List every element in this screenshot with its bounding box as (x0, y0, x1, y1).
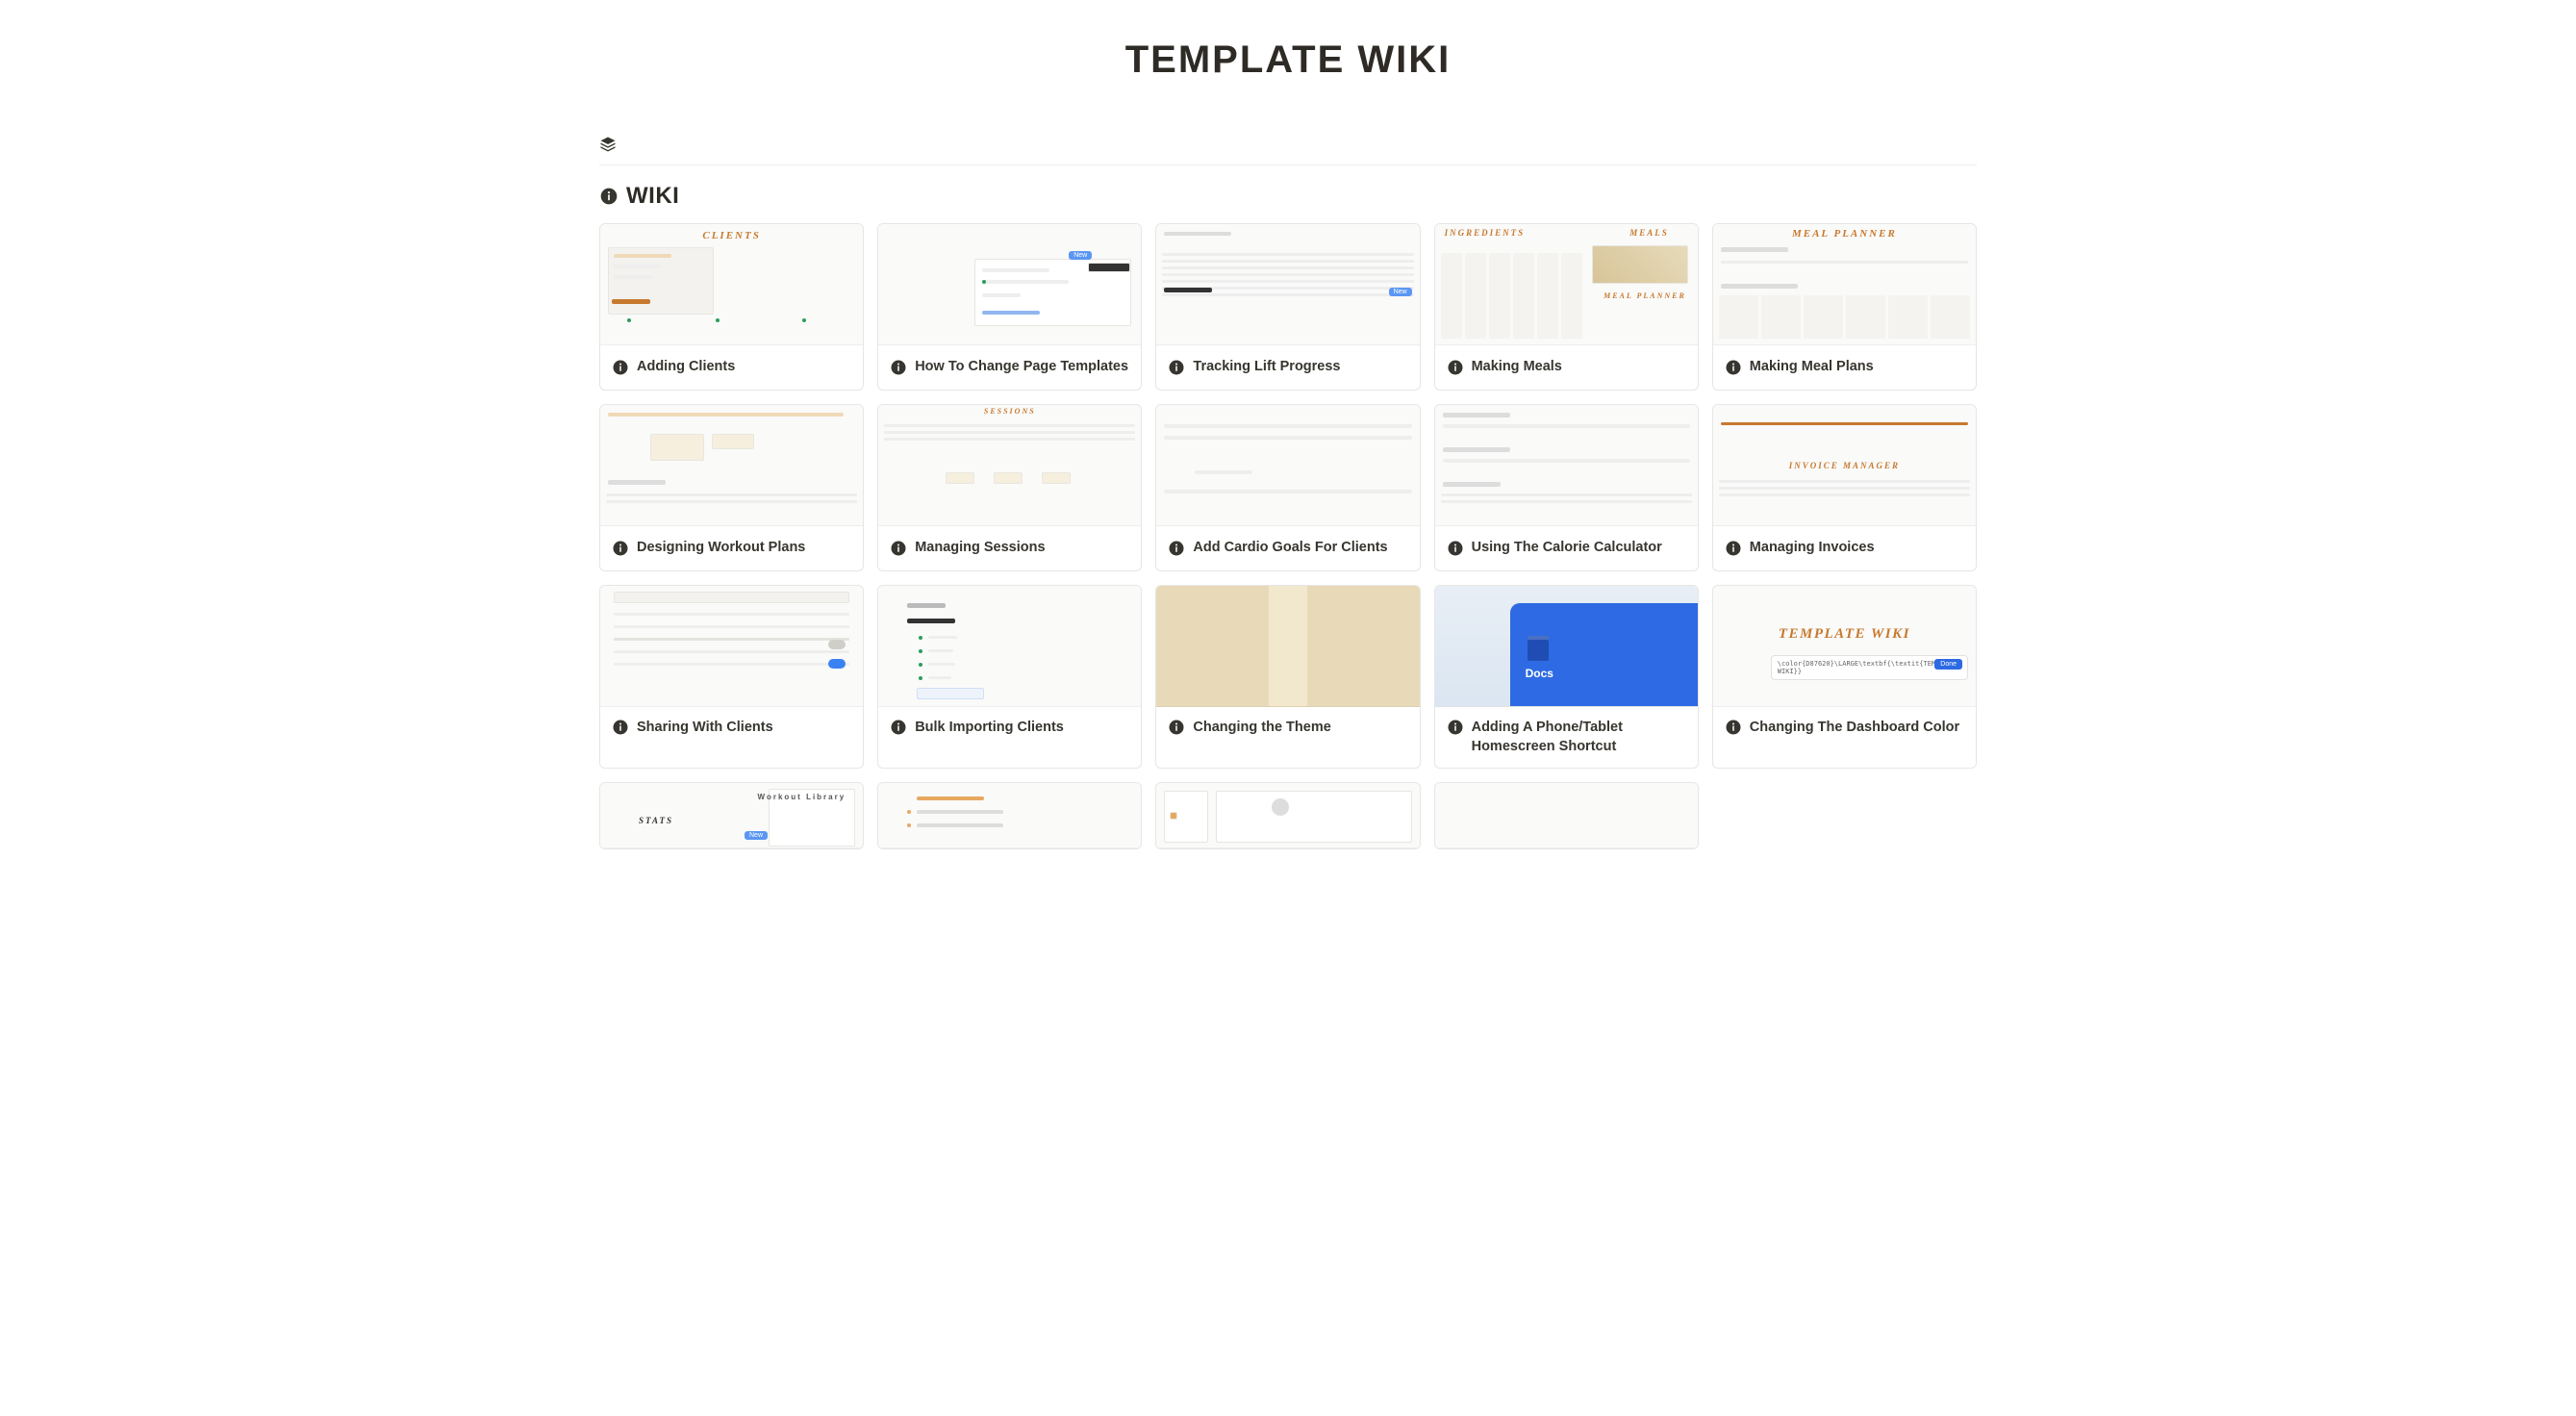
card-managing-invoices[interactable]: INVOICE MANAGER Managing Invoices (1712, 404, 1977, 571)
card-title: Changing the Theme (1193, 719, 1330, 738)
layers-icon[interactable] (599, 136, 617, 153)
new-button-pill: New (1389, 288, 1412, 296)
thumb-heading: MEALS (1629, 228, 1669, 238)
card-thumbnail: CLIENTS (600, 224, 863, 345)
info-icon (612, 359, 629, 376)
section-title: WIKI (626, 183, 679, 210)
info-icon (599, 187, 619, 206)
thumb-heading: SESSIONS (878, 407, 1141, 416)
card-partial-2[interactable] (877, 782, 1142, 849)
card-managing-sessions[interactable]: SESSIONS Managing Sessions (877, 404, 1142, 571)
card-title: Using The Calorie Calculator (1472, 539, 1662, 558)
card-thumbnail (600, 405, 863, 526)
info-icon (890, 719, 907, 736)
card-adding-clients[interactable]: CLIENTS Adding Clients (599, 223, 864, 391)
info-icon (890, 359, 907, 376)
card-sharing-with-clients[interactable]: Sharing With Clients (599, 585, 864, 769)
card-tracking-lift-progress[interactable]: New Tracking Lift Progress (1155, 223, 1420, 391)
card-title: Sharing With Clients (637, 719, 773, 738)
thumb-heading: TEMPLATE WIKI (1713, 626, 1976, 643)
card-title: How To Change Page Templates (915, 358, 1128, 377)
card-title: Making Meal Plans (1750, 358, 1874, 377)
card-title: Adding A Phone/Tablet Homescreen Shortcu… (1472, 719, 1686, 756)
card-thumbnail: New (1156, 224, 1419, 345)
info-icon (1168, 719, 1185, 736)
new-button-pill: New (1069, 251, 1092, 260)
card-designing-workout-plans[interactable]: Designing Workout Plans (599, 404, 864, 571)
info-icon (1447, 719, 1464, 736)
card-thumbnail (1435, 783, 1698, 848)
card-thumbnail: INGREDIENTS MEALS MEAL PLANNER (1435, 224, 1698, 345)
page-title: TEMPLATE WIKI (599, 0, 1977, 130)
thumb-heading: INVOICE MANAGER (1713, 461, 1976, 470)
thumb-heading: STATS (639, 816, 673, 825)
card-making-meals[interactable]: INGREDIENTS MEALS MEAL PLANNER Making Me… (1434, 223, 1699, 391)
card-thumbnail (1156, 405, 1419, 526)
thumb-heading: Workout Library (758, 793, 846, 801)
card-title: Managing Invoices (1750, 539, 1875, 558)
card-thumbnail: SESSIONS (878, 405, 1141, 526)
card-thumbnail (600, 586, 863, 707)
info-icon (612, 719, 629, 736)
card-thumbnail: STATS Workout Library New (600, 783, 863, 848)
card-grid: CLIENTS Adding Clients New (599, 223, 1977, 849)
card-title: Tracking Lift Progress (1193, 358, 1340, 377)
info-icon (1168, 359, 1185, 376)
card-thumbnail (878, 783, 1141, 848)
card-thumbnail: INVOICE MANAGER (1713, 405, 1976, 526)
card-title: Changing The Dashboard Color (1750, 719, 1959, 738)
thumb-heading: CLIENTS (600, 230, 863, 241)
new-button-pill: New (745, 831, 768, 840)
info-icon (1447, 359, 1464, 376)
thumb-heading: MEAL PLANNER (1604, 291, 1686, 300)
card-thumbnail: New (878, 224, 1141, 345)
card-thumbnail: TEMPLATE WIKI \color{D87620}\LARGE\textb… (1713, 586, 1976, 707)
card-homescreen-shortcut[interactable]: Docs Adding A Phone/Tablet Homescreen Sh… (1434, 585, 1699, 769)
card-thumbnail (878, 586, 1141, 707)
info-icon (1725, 540, 1742, 557)
info-icon (1725, 719, 1742, 736)
card-partial-1[interactable]: STATS Workout Library New (599, 782, 864, 849)
done-pill: Done (1934, 659, 1962, 670)
card-title: Making Meals (1472, 358, 1562, 377)
card-title: Adding Clients (637, 358, 735, 377)
thumb-heading: INGREDIENTS (1445, 228, 1526, 238)
view-header-bar (599, 130, 1977, 165)
card-title: Managing Sessions (915, 539, 1045, 558)
info-icon (1168, 540, 1185, 557)
info-icon (1725, 359, 1742, 376)
card-add-cardio-goals[interactable]: Add Cardio Goals For Clients (1155, 404, 1420, 571)
card-thumbnail: Docs (1435, 586, 1698, 707)
card-partial-4[interactable] (1434, 782, 1699, 849)
info-icon (1447, 540, 1464, 557)
card-changing-theme[interactable]: Changing the Theme (1155, 585, 1420, 769)
thumb-heading: MEAL PLANNER (1713, 228, 1976, 240)
card-making-meal-plans[interactable]: MEAL PLANNER Making Meal Plans (1712, 223, 1977, 391)
info-icon (890, 540, 907, 557)
card-thumbnail (1156, 586, 1419, 707)
docs-label: Docs (1526, 667, 1553, 680)
card-calorie-calculator[interactable]: Using The Calorie Calculator (1434, 404, 1699, 571)
card-title: Add Cardio Goals For Clients (1193, 539, 1387, 558)
info-icon (612, 540, 629, 557)
card-bulk-importing-clients[interactable]: Bulk Importing Clients (877, 585, 1142, 769)
card-partial-3[interactable] (1155, 782, 1420, 849)
card-thumbnail (1435, 405, 1698, 526)
card-title: Designing Workout Plans (637, 539, 805, 558)
card-title: Bulk Importing Clients (915, 719, 1064, 738)
card-thumbnail: MEAL PLANNER (1713, 224, 1976, 345)
card-changing-dashboard-color[interactable]: TEMPLATE WIKI \color{D87620}\LARGE\textb… (1712, 585, 1977, 769)
card-change-page-templates[interactable]: New How To Change Page Templates (877, 223, 1142, 391)
section-header: WIKI (599, 165, 1977, 223)
card-thumbnail (1156, 783, 1419, 848)
